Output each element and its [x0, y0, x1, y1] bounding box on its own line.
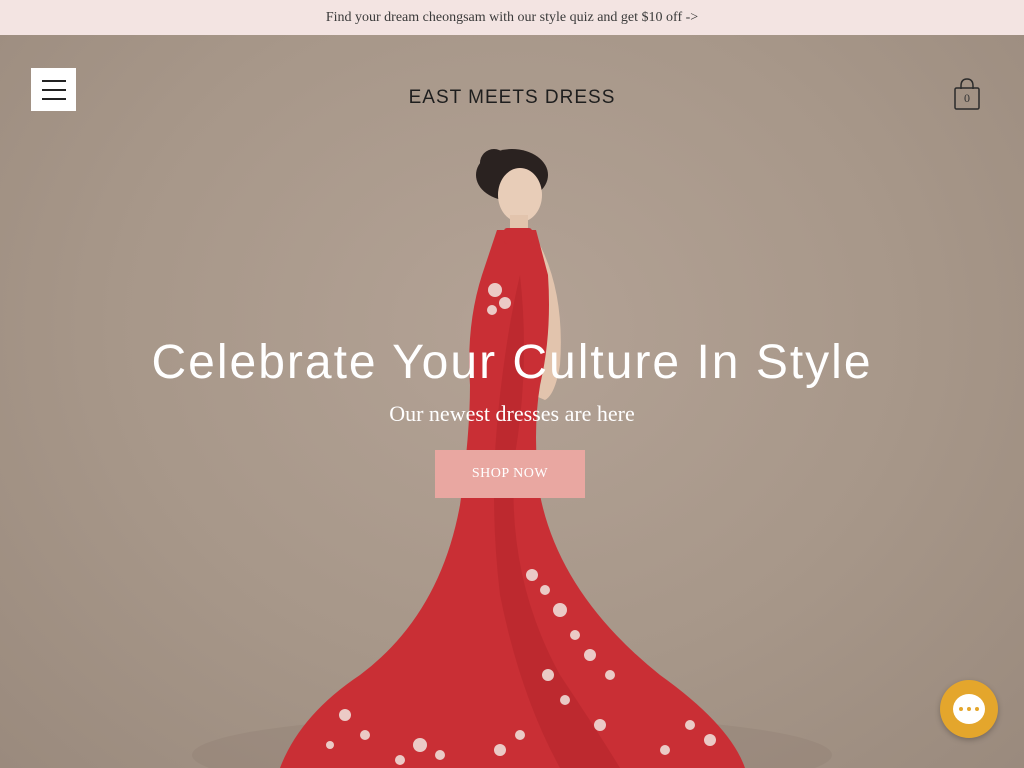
cart-button[interactable]: 0 [952, 77, 982, 111]
hamburger-menu-icon [41, 79, 66, 82]
announcement-text[interactable]: Find your dream cheongsam with our style… [326, 10, 698, 26]
cart-count: 0 [964, 91, 970, 105]
site-logo[interactable]: EAST MEETS DRESS [0, 87, 1024, 109]
shop-now-button[interactable]: SHOP NOW [435, 450, 585, 498]
chat-launcher-button[interactable] [940, 680, 998, 738]
announcement-bar[interactable]: Find your dream cheongsam with our style… [0, 0, 1024, 35]
hero-subtitle: Our newest dresses are here [389, 401, 635, 426]
hero-title: Celebrate Your Culture In Style [151, 336, 873, 389]
hero-section: EAST MEETS DRESS 0 Celebrate Your Cultur… [0, 35, 1024, 768]
chat-bubble-icon [953, 694, 985, 724]
